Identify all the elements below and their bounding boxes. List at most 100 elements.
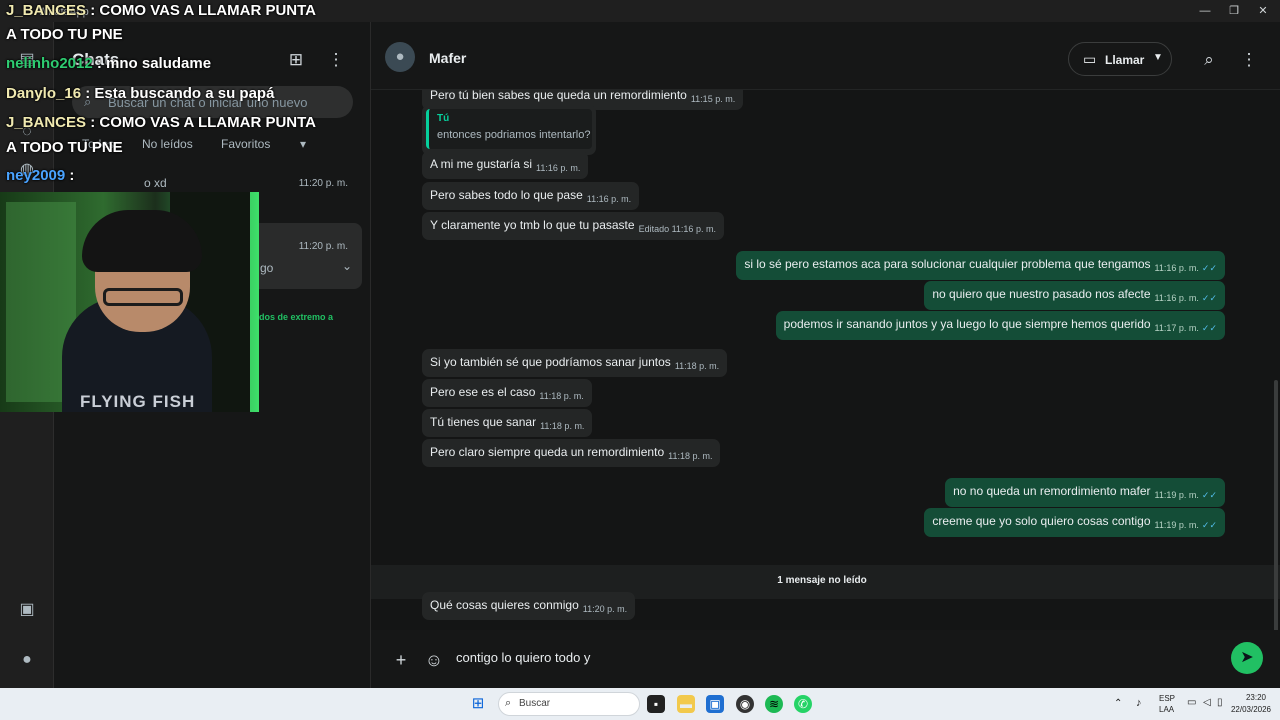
overlay-message: : COMO VAS A LLAMAR PUNTA: [86, 2, 317, 19]
message-text: Pero sabes todo lo que pase: [430, 188, 583, 202]
encryption-note: ados de extremo a: [254, 312, 334, 322]
composer: + ☺ contigo lo quiero todo y ➤: [371, 630, 1280, 688]
overlay-username: Danylo_16: [6, 85, 82, 102]
message-incoming: Tú tienes que sanar 11:18 p. m.: [422, 409, 593, 437]
language-bottom[interactable]: LAA: [1159, 705, 1174, 714]
overlay-chat-line: A TODO TU PNE: [6, 139, 123, 156]
read-ticks-icon: ✓✓: [1201, 490, 1217, 500]
webcam-shirt-text: FLYING FISH: [80, 392, 196, 411]
taskbar-search-label: Buscar: [519, 698, 551, 709]
language-top[interactable]: ESP: [1159, 694, 1175, 703]
attach-plus-icon[interactable]: +: [391, 650, 411, 670]
message-time: 11:19 p. m.: [1154, 520, 1199, 530]
chat-snippet: go: [260, 261, 274, 275]
spotify-icon[interactable]: ≋: [765, 695, 783, 713]
battery-icon[interactable]: ▯: [1217, 697, 1223, 708]
unread-label: 1 mensaje no leído: [777, 575, 867, 586]
avatar[interactable]: ●: [385, 42, 415, 72]
message-text: creeme que yo solo quiero cosas contigo: [932, 514, 1151, 528]
webcam-person-hair: [82, 210, 202, 272]
taskbar-search[interactable]: ⌕ Buscar: [498, 692, 640, 716]
overlay-message: : mno saludame: [92, 55, 212, 72]
message-incoming: A mi me gustaría si 11:16 p. m.: [422, 151, 589, 179]
overlay-chat-line: Danylo_16 : Esta buscando a su papá: [6, 85, 274, 102]
message-time: 11:19 p. m.: [1154, 490, 1199, 500]
microphone-icon[interactable]: ♪: [1136, 697, 1142, 709]
stream-chat-overlay: J_BANCES : COMO VAS A LLAMAR PUNTA A TOD…: [0, 0, 330, 190]
quote-author: Tú: [437, 113, 450, 124]
overlay-message: A TODO TU PNE: [6, 139, 123, 156]
message-input[interactable]: contigo lo quiero todo y: [456, 650, 590, 665]
conversation-panel: ● Mafer ▭ Llamar ▼ ⌕ ⋮ Pero tú bien sabe…: [371, 22, 1280, 688]
message-text: Si yo también sé que podríamos sanar jun…: [430, 355, 671, 369]
message-time: 11:16 p. m.: [586, 194, 632, 204]
overlay-message: : Esta buscando a su papá: [81, 85, 275, 102]
call-label: Llamar: [1105, 53, 1145, 67]
obs-icon[interactable]: ◉: [736, 695, 754, 713]
send-button[interactable]: ➤: [1231, 642, 1263, 674]
message-time: 11:18 p. m.: [674, 361, 720, 371]
webcam-overlay: FLYING FISH: [0, 192, 259, 412]
message-time: Editado 11:16 p. m.: [638, 224, 716, 234]
video-call-icon: ▭: [1083, 51, 1097, 67]
overlay-chat-line: J_BANCES : COMO VAS A LLAMAR PUNTA: [6, 114, 316, 131]
tray-chevron-icon[interactable]: ⌃: [1114, 698, 1122, 709]
clock-time[interactable]: 23:20: [1238, 693, 1274, 702]
quote-box: Tú entonces podriamos intentarlo?: [426, 109, 592, 149]
taskbar: ⊞ ⌕ Buscar ▪ ▬ ▣ ◉ ≋ ✆ ⌃ ♪ ESP LAA ▭ ◁ ▯…: [0, 688, 1280, 720]
message-text: no quiero que nuestro pasado nos afecte: [932, 287, 1151, 301]
message-time: 11:18 p. m.: [539, 391, 584, 401]
overlay-username: ney2009: [6, 167, 66, 184]
message-time: 11:20 p. m.: [582, 604, 628, 614]
network-icon[interactable]: ▭: [1187, 697, 1196, 708]
overlay-username: nelinho2012: [6, 55, 93, 72]
quoted-message[interactable]: Tú entonces podriamos intentarlo?: [422, 105, 596, 155]
sticker-icon[interactable]: ☺: [424, 650, 444, 670]
file-explorer-icon[interactable]: ▬: [677, 695, 695, 713]
message-time: 11:16 p. m.: [1154, 293, 1199, 303]
message-outgoing: no no queda un remordimiento mafer 11:19 …: [945, 478, 1225, 507]
overlay-message: : COMO VAS A LLAMAR PUNTA: [86, 114, 317, 131]
message-incoming: Pero sabes todo lo que pase 11:16 p. m.: [422, 182, 640, 210]
overlay-chat-line: nelinho2012 : mno saludame: [6, 55, 211, 72]
menu-icon[interactable]: ⋮: [1239, 50, 1259, 70]
message-text: Pero ese es el caso: [430, 385, 536, 399]
search-icon: ⌕: [505, 697, 512, 709]
overlay-chat-line: ney2009 :: [6, 167, 74, 184]
profile-icon[interactable]: ●: [17, 650, 37, 670]
message-text: podemos ir sanando juntos y ya luego lo …: [783, 317, 1151, 331]
read-ticks-icon: ✓✓: [1201, 263, 1217, 273]
search-icon[interactable]: ⌕: [1199, 50, 1219, 70]
start-icon[interactable]: ⊞: [469, 695, 487, 713]
message-text: si lo sé pero estamos aca para soluciona…: [744, 257, 1151, 271]
read-ticks-icon: ✓✓: [1201, 520, 1217, 530]
caret-down-icon: ▼: [1153, 52, 1163, 63]
close-icon[interactable]: ✕: [1246, 2, 1280, 20]
message-outgoing: si lo sé pero estamos aca para soluciona…: [736, 251, 1225, 280]
message-time: 11:16 p. m.: [1154, 263, 1199, 273]
webcam-glasses: [103, 288, 183, 306]
app-root: WhatsApp — ❐ ✕ ▤ ◌ ◍ ▣ ● Chats ⊞ ⋮ ⌕ Bus…: [0, 0, 1280, 720]
scrollbar[interactable]: [1274, 380, 1278, 630]
message-outgoing: no quiero que nuestro pasado nos afecte 1…: [924, 281, 1225, 310]
volume-icon[interactable]: ◁: [1203, 697, 1211, 708]
contact-name[interactable]: Mafer: [429, 50, 466, 66]
whatsapp-icon[interactable]: ✆: [794, 695, 812, 713]
chat-time: 11:20 p. m.: [298, 241, 348, 252]
chevron-down-icon[interactable]: ⌄: [342, 259, 352, 273]
message-outgoing: creeme que yo solo quiero cosas contigo 1…: [924, 508, 1225, 537]
clock-date[interactable]: 22/03/2026: [1226, 705, 1276, 714]
message-text: no no queda un remordimiento mafer: [953, 484, 1151, 498]
task-view-icon[interactable]: ▪: [647, 695, 665, 713]
call-button[interactable]: ▭ Llamar ▼: [1068, 42, 1172, 76]
message-time: 11:16 p. m.: [536, 163, 581, 173]
store-icon[interactable]: ▣: [706, 695, 724, 713]
overlay-message: A TODO TU PNE: [6, 26, 123, 43]
media-icon[interactable]: ▣: [17, 600, 37, 620]
overlay-message: :: [65, 167, 75, 184]
overlay-chat-line: J_BANCES : COMO VAS A LLAMAR PUNTA: [6, 2, 316, 19]
message-incoming: Pero claro siempre queda un remordimient…: [422, 439, 721, 467]
message-incoming: Y claramente yo tmb lo que tu pasaste Edi…: [422, 212, 724, 240]
message-outgoing: podemos ir sanando juntos y ya luego lo …: [775, 311, 1225, 340]
message-text: A mi me gustaría si: [430, 157, 533, 171]
